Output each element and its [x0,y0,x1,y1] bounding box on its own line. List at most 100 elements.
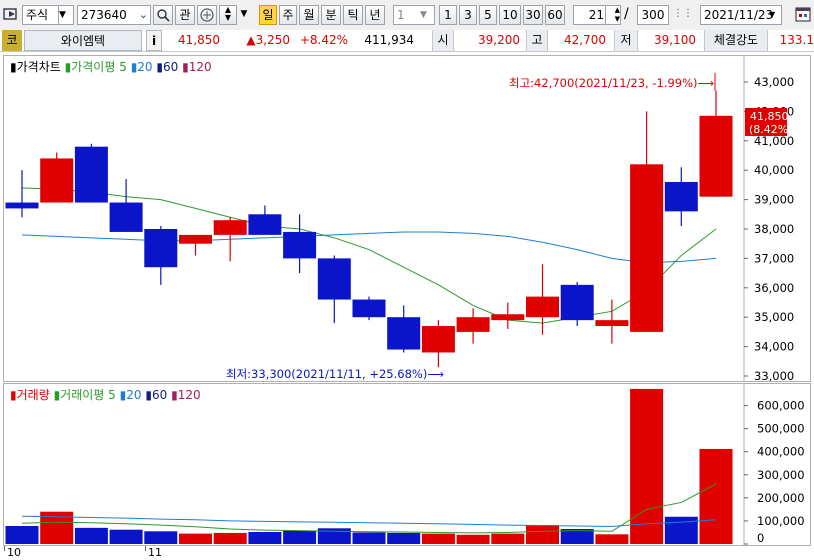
volume-bar[interactable] [456,534,490,544]
candle[interactable] [595,299,629,344]
x-axis-tick [145,546,146,551]
price-change: ▲3,250 [246,33,290,47]
candle[interactable] [179,234,212,256]
candle[interactable] [664,167,698,227]
volume-bar[interactable] [283,530,317,544]
gwan-button[interactable]: 관 [175,5,195,25]
volume-bar[interactable] [213,532,247,544]
legend-marker: ▮ [145,388,152,402]
volume-axis-label: 600,000 [757,399,805,413]
candle[interactable] [630,111,664,332]
tab-day[interactable]: 일 [259,5,277,25]
legend-vol-ma120: 120 [177,388,201,402]
candle[interactable] [526,264,559,335]
legend-vol-ma5: 5 [108,388,116,402]
volume-bar[interactable] [630,388,664,544]
candle[interactable] [352,296,386,321]
legend-vol-ma: 거래이평 [60,388,105,402]
link-icon[interactable] [197,5,217,25]
candle[interactable] [421,320,455,368]
candle[interactable] [144,226,178,285]
price-axis-label: 43,000 [754,75,794,89]
legend-ma20: 20 [137,60,153,74]
stock-name[interactable]: 와이엠텍 [24,30,142,51]
volume-chart[interactable]: 600,000 500,000 400,000 300,000 200,000 100,0… [4,384,810,545]
interval-3-button[interactable]: 3 [459,5,477,25]
tab-week[interactable]: 주 [279,5,297,25]
volume-bar[interactable] [526,525,559,544]
candle[interactable] [387,305,421,353]
interval-5-button[interactable]: 5 [479,5,497,25]
volume-bar[interactable] [387,532,421,544]
candle[interactable] [40,152,74,203]
legend-ma5: 5 [119,60,127,74]
toolbar: 주식 ▼ 273640 ⌄ 관 ▲ ▼ ▼ 일 주 월 분 틱 년 1 ▼ 1 3… [0,0,814,31]
stepper-arrows-icon: ▲ ▼ [605,6,620,24]
search-button[interactable] [153,5,173,25]
candle-body [630,164,664,332]
candle[interactable] [560,281,594,327]
volume-chart-panel[interactable]: 600,000 500,000 400,000 300,000 200,000 100,0… [3,383,811,546]
volume-bar[interactable] [179,533,212,544]
market-select[interactable]: 주식 ▼ [22,5,74,25]
volume-axis-label: 0 [757,531,764,545]
calendar-icon[interactable] [793,5,813,25]
candle[interactable] [699,90,733,197]
price-axis-label: 33,000 [754,369,794,381]
candle[interactable] [283,214,317,274]
interval-10-button[interactable]: 10 [499,5,521,25]
volume-ma5-line [21,483,717,534]
option-arrow-icon[interactable]: ▼ [239,5,249,25]
interval-select[interactable]: 1 ▼ [393,5,435,25]
volume-bar[interactable] [5,526,39,544]
volume-bar[interactable] [74,527,108,544]
candle-body [40,158,74,203]
price-chart[interactable]: 43,00042,00041,00040,00039,00038,00037,0… [4,56,810,381]
count-total-input[interactable]: 300 [637,5,669,25]
interval-60-button[interactable]: 60 [545,5,565,25]
updown-stepper[interactable]: ▲ ▼ [219,5,237,25]
tab-minute[interactable]: 분 [321,5,341,25]
volume-bar[interactable] [144,531,178,544]
candle[interactable] [456,308,490,344]
price-chart-panel[interactable]: 43,00042,00041,00040,00039,00038,00037,0… [3,55,811,382]
volume-bar[interactable] [248,532,282,544]
grid-icon[interactable]: ⋮⋮ [673,5,693,25]
tab-month[interactable]: 월 [299,5,319,25]
legend-marker: ▮ [182,60,189,74]
interval-1-button[interactable]: 1 [439,5,457,25]
volume-bar[interactable] [699,448,733,544]
volume-axis-label: 500,000 [757,422,805,436]
low-label: 저 [614,30,638,51]
interval-30-button[interactable]: 30 [523,5,543,25]
candle[interactable] [491,302,525,329]
candle-body [317,258,351,300]
legend-marker: ▮ [171,388,178,402]
info-icon[interactable]: i [146,30,162,51]
volume-bar[interactable] [491,533,525,544]
volume-bar[interactable] [595,534,629,544]
open-label: 시 [432,30,454,51]
candle[interactable] [5,170,39,218]
high-label: 고 [526,30,548,51]
volume-bar[interactable] [352,532,386,544]
menu-icon[interactable] [2,5,20,25]
candle[interactable] [248,205,282,235]
volume-bar[interactable] [109,529,143,544]
candle-body [248,214,282,235]
price-change-pct: +8.42% [299,33,348,47]
current-price-tag-value: 41,850 [750,110,789,123]
count-value: 21 [588,8,604,22]
stock-code-input[interactable]: 273640 ⌄ [77,5,151,25]
candle-body [491,314,525,321]
tab-year[interactable]: 년 [365,5,385,25]
tab-tick[interactable]: 틱 [343,5,363,25]
candle-body [664,181,698,212]
count-stepper[interactable]: 21 ▲ ▼ [573,5,621,25]
price-ma20-line [21,231,717,264]
candle[interactable] [74,143,108,203]
volume-bar[interactable] [421,533,455,544]
candle[interactable] [317,255,351,324]
candle[interactable] [109,179,143,232]
date-select[interactable]: 2021/11/23 ▼ [700,5,782,25]
